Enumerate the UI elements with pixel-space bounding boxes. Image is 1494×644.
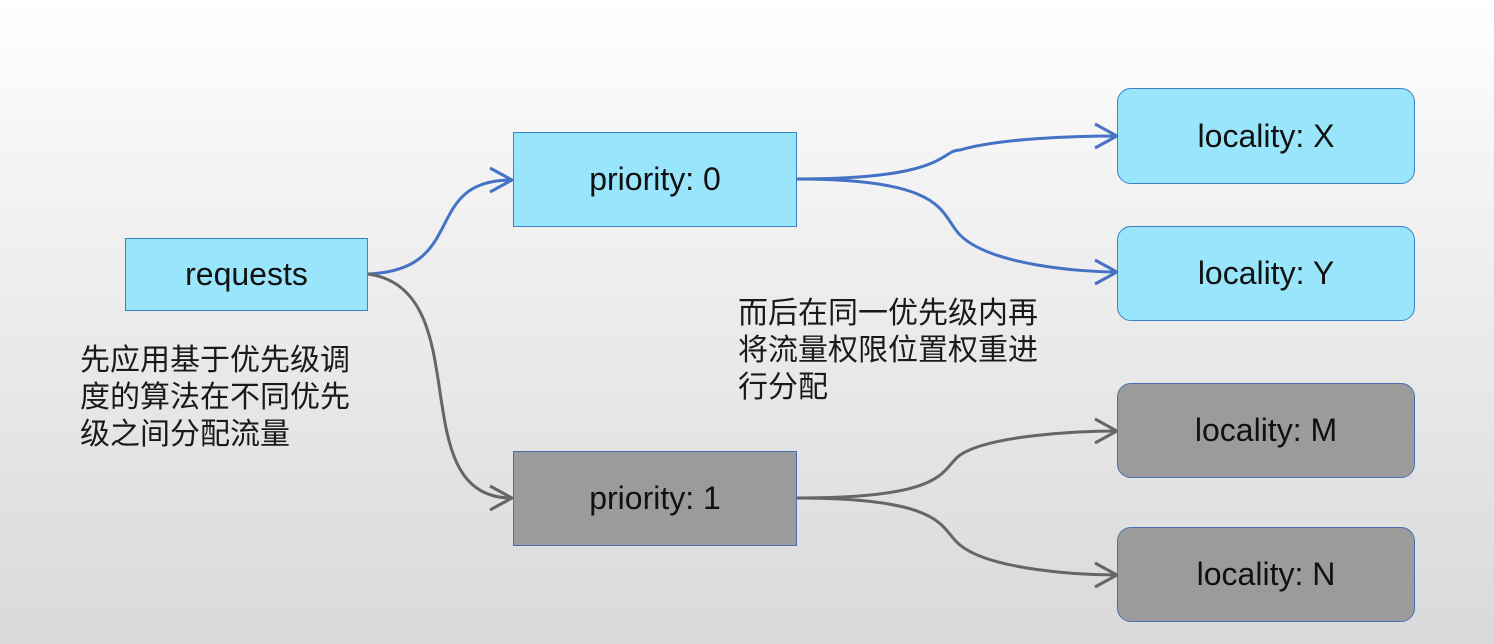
edge-requests-to-priority-0 xyxy=(367,178,513,276)
left-note-line-2: 度的算法在不同优先 xyxy=(80,380,350,415)
edge-priority-0-to-locality-y xyxy=(796,177,1118,274)
locality-m-node: locality: M xyxy=(1117,383,1415,478)
middle-note: 而后在同一优先级内再 将流量权限位置权重进 行分配 xyxy=(738,295,1038,406)
locality-m-label: locality: M xyxy=(1194,412,1338,448)
requests-label: requests xyxy=(185,256,308,292)
locality-y-label: locality: Y xyxy=(1197,255,1335,291)
middle-note-line-3: 行分配 xyxy=(738,370,828,405)
middle-note-line-1: 而后在同一优先级内再 xyxy=(738,296,1038,331)
left-note-line-3: 级之间分配流量 xyxy=(80,417,290,452)
requests-node: requests xyxy=(125,238,368,311)
priority-0-label: priority: 0 xyxy=(589,161,721,197)
edge-priority-1-to-locality-m xyxy=(796,429,1118,500)
edge-requests-to-priority-1 xyxy=(367,272,513,500)
locality-y-node: locality: Y xyxy=(1117,226,1415,321)
locality-n-node: locality: N xyxy=(1117,527,1415,622)
priority-1-label: priority: 1 xyxy=(589,480,721,516)
left-note-line-1: 先应用基于优先级调 xyxy=(80,343,350,378)
locality-n-label: locality: N xyxy=(1196,556,1336,592)
edge-priority-1-to-locality-n xyxy=(796,496,1118,577)
locality-x-label: locality: X xyxy=(1197,117,1335,154)
locality-x-node: locality: X xyxy=(1117,88,1415,184)
middle-note-line-2: 将流量权限位置权重进 xyxy=(738,333,1038,368)
priority-0-node: priority: 0 xyxy=(513,132,797,227)
edge-priority-0-to-locality-x xyxy=(796,134,1118,181)
left-note: 先应用基于优先级调 度的算法在不同优先 级之间分配流量 xyxy=(80,342,350,453)
priority-1-node: priority: 1 xyxy=(513,451,797,546)
